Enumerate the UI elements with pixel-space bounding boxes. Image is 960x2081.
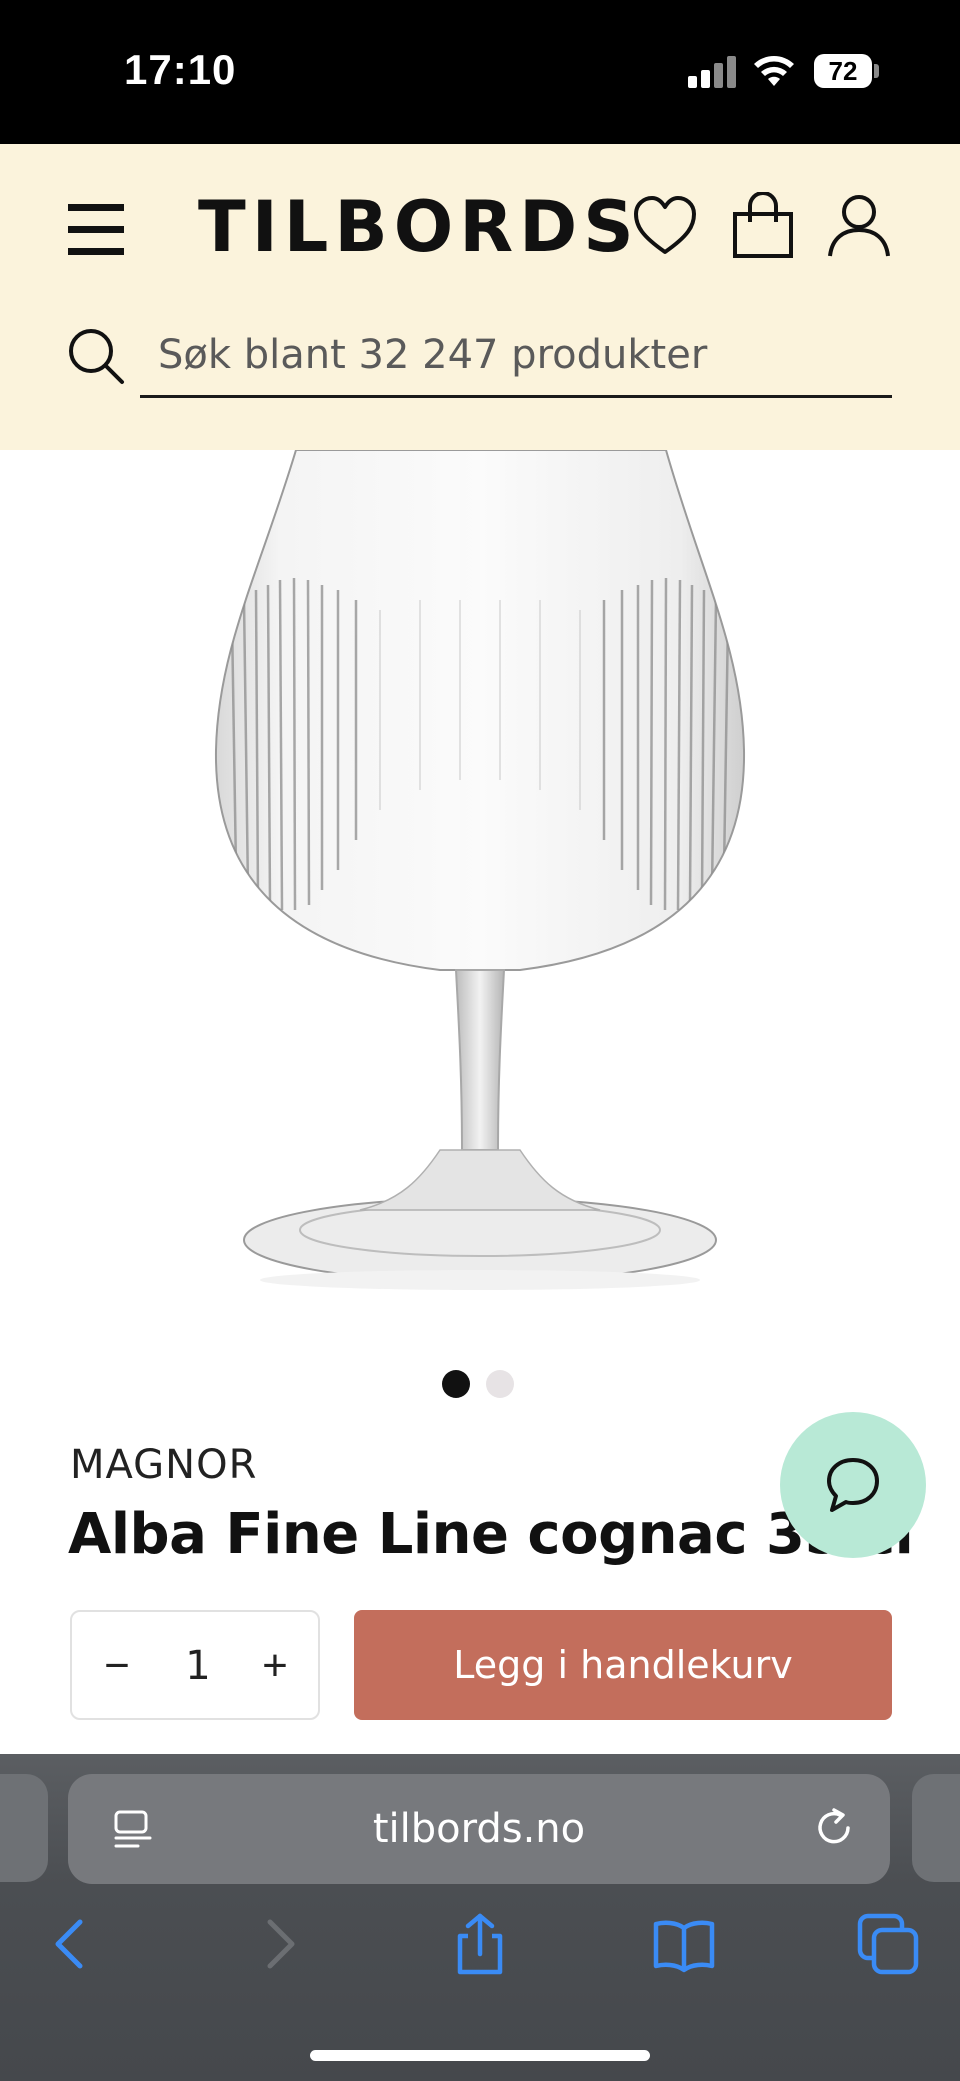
chat-button[interactable] (780, 1412, 926, 1558)
status-bar: 17:10 72 (0, 0, 960, 144)
back-icon[interactable] (40, 1912, 104, 1976)
heart-icon[interactable] (632, 194, 698, 258)
carousel-dot-2[interactable] (486, 1370, 514, 1398)
status-time: 17:10 (124, 46, 237, 93)
next-tab-peek[interactable] (912, 1774, 960, 1882)
cellular-signal-icon (688, 56, 738, 88)
add-to-cart-button[interactable]: Legg i handlekurv (354, 1610, 892, 1720)
shopping-bag-icon[interactable] (730, 192, 796, 260)
product-brand[interactable]: MAGNOR (70, 1442, 257, 1488)
reload-icon[interactable] (812, 1806, 856, 1850)
quantity-decrease-button[interactable]: − (92, 1638, 142, 1694)
quantity-stepper: − + (70, 1610, 320, 1720)
url-text: tilbords.no (372, 1806, 586, 1852)
image-carousel-dots (442, 1370, 522, 1400)
chat-bubble-icon (827, 1458, 879, 1512)
previous-tab-peek[interactable] (0, 1774, 48, 1882)
bookmarks-icon[interactable] (652, 1912, 716, 1976)
hamburger-icon[interactable] (68, 204, 126, 256)
user-icon[interactable] (826, 192, 892, 258)
address-bar[interactable]: tilbords.no (68, 1774, 890, 1884)
search-icon[interactable] (66, 326, 126, 386)
site-header: TILBORDS (0, 144, 960, 450)
wifi-icon (754, 56, 794, 86)
carousel-dot-1[interactable] (442, 1370, 470, 1398)
quantity-input[interactable] (170, 1638, 226, 1694)
home-indicator (310, 2050, 650, 2061)
quantity-increase-button[interactable]: + (250, 1638, 300, 1694)
browser-toolbar: tilbords.no (0, 1754, 960, 2081)
product-image[interactable] (0, 450, 960, 1350)
battery-indicator: 72 (814, 54, 872, 88)
share-icon[interactable] (448, 1912, 512, 1976)
battery-tip (874, 64, 879, 78)
tabs-icon[interactable] (856, 1912, 920, 1976)
site-logo[interactable]: TILBORDS (198, 186, 640, 268)
search-input[interactable] (140, 314, 892, 398)
forward-icon[interactable] (246, 1912, 310, 1976)
search-bar (60, 314, 892, 398)
